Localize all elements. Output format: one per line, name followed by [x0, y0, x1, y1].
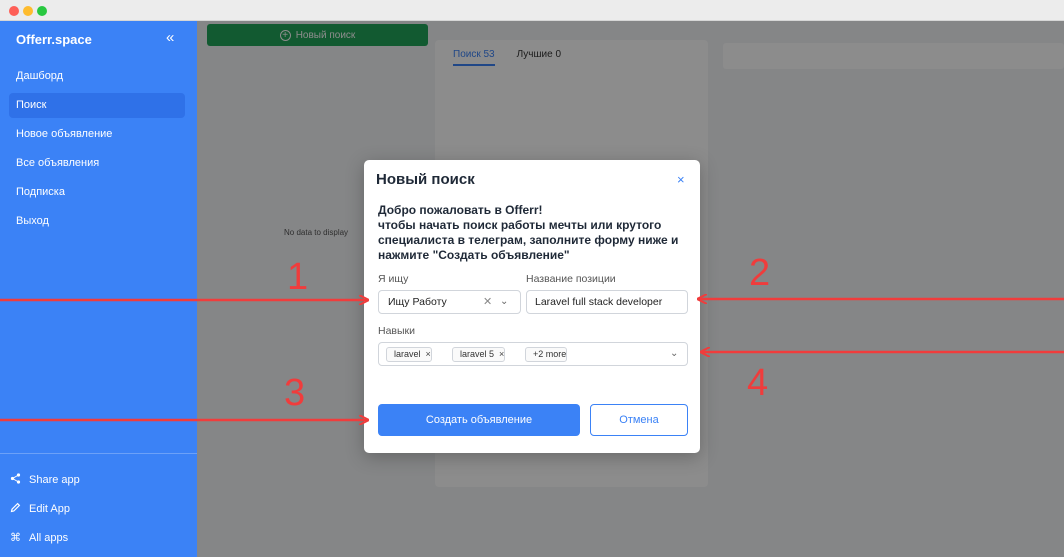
sidebar-bottom: Share app Edit App ⌘ All apps: [10, 465, 190, 552]
annotation-number: 3: [284, 372, 306, 414]
minimize-window-button[interactable]: [23, 6, 33, 16]
edit-app-link[interactable]: Edit App: [10, 494, 190, 523]
sidebar-item-new-ad[interactable]: Новое объявление: [9, 122, 185, 147]
share-icon: [10, 472, 29, 487]
clear-icon[interactable]: ✕: [483, 291, 492, 313]
chevron-down-icon[interactable]: ⌄: [670, 348, 678, 359]
new-search-modal: Новый поиск × Добро пожаловать в Offerr!…: [364, 160, 700, 453]
command-icon: ⌘: [10, 532, 21, 544]
more-skills-tag[interactable]: +2 more: [525, 347, 568, 362]
skills-label: Навыки: [378, 325, 416, 337]
position-input[interactable]: [526, 290, 688, 314]
sidebar-item-logout[interactable]: Выход: [9, 209, 185, 234]
window-titlebar: [0, 0, 1064, 21]
sidebar-item-dashboard[interactable]: Дашборд: [9, 64, 185, 89]
create-ad-button[interactable]: Создать объявление: [378, 404, 580, 436]
all-apps-label: All apps: [29, 531, 69, 544]
close-icon[interactable]: ×: [677, 172, 685, 187]
looking-for-select[interactable]: Ищу Работу ✕ ⌄: [378, 290, 521, 314]
edit-app-label: Edit App: [29, 502, 70, 515]
annotation-number: 2: [749, 252, 771, 294]
modal-title: Новый поиск: [376, 171, 475, 188]
sidebar-item-search[interactable]: Поиск: [9, 93, 185, 118]
sidebar-divider: [0, 453, 197, 454]
remove-tag-icon[interactable]: ×: [499, 349, 504, 359]
cancel-button[interactable]: Отмена: [590, 404, 688, 436]
share-app-link[interactable]: Share app: [10, 465, 190, 494]
skills-multiselect[interactable]: laravel × laravel 5 × +2 more ⌄: [378, 342, 688, 366]
maximize-window-button[interactable]: [37, 6, 47, 16]
share-app-label: Share app: [29, 473, 80, 486]
sidebar-item-subscription[interactable]: Подписка: [9, 180, 185, 205]
looking-for-label: Я ищу: [378, 273, 409, 285]
sidebar: Offerr.space « Дашборд Поиск Новое объяв…: [0, 21, 197, 557]
chevron-down-icon[interactable]: ⌄: [500, 291, 508, 313]
annotation-number: 1: [287, 256, 309, 298]
pencil-icon: [10, 502, 29, 516]
remove-tag-icon[interactable]: ×: [426, 349, 431, 359]
position-label: Название позиции: [526, 273, 616, 285]
skill-tag: laravel ×: [386, 347, 432, 362]
collapse-sidebar-icon[interactable]: «: [166, 30, 174, 46]
sidebar-nav: Дашборд Поиск Новое объявление Все объяв…: [9, 64, 185, 238]
welcome-text: Добро пожаловать в Offerr! чтобы начать …: [378, 203, 679, 262]
brand-logo: Offerr.space: [16, 32, 92, 47]
skill-tag: laravel 5 ×: [452, 347, 506, 362]
annotation-number: 4: [747, 362, 769, 404]
close-window-button[interactable]: [9, 6, 19, 16]
sidebar-item-all-ads[interactable]: Все объявления: [9, 151, 185, 176]
all-apps-link[interactable]: ⌘ All apps: [10, 523, 190, 552]
looking-for-value: Ищу Работу: [388, 296, 447, 308]
